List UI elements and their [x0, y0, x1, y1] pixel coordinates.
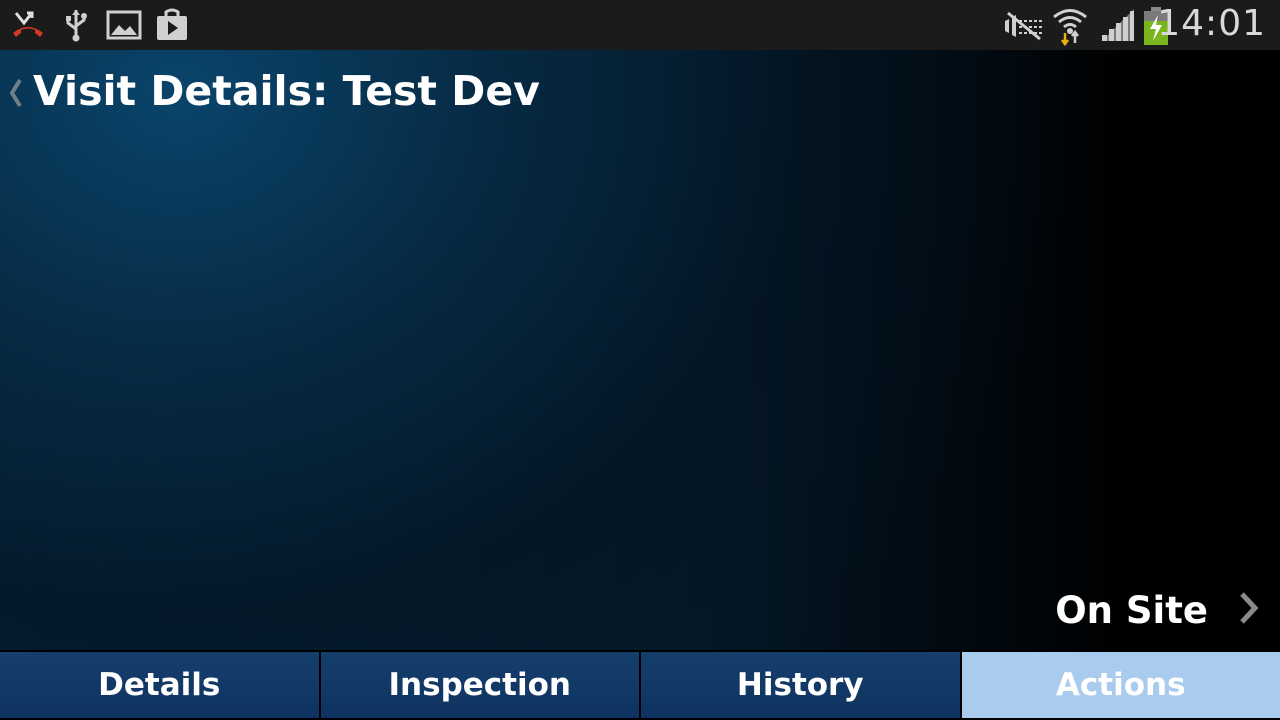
tab-label: Details	[98, 667, 221, 703]
tab-label: History	[736, 667, 864, 703]
tab-bar: Details Inspection History Actions	[0, 650, 1280, 720]
tab-actions[interactable]: Actions	[961, 652, 1280, 718]
tab-history[interactable]: History	[641, 652, 960, 718]
chevron-left-icon[interactable]	[8, 78, 24, 108]
status-link-label: On Site	[1055, 588, 1208, 632]
play-store-icon	[154, 7, 190, 43]
chevron-right-icon	[1238, 591, 1260, 630]
wifi-icon	[1052, 7, 1088, 47]
tab-label: Inspection	[388, 667, 571, 703]
clock: 14:01	[1157, 3, 1266, 44]
tab-details[interactable]: Details	[0, 652, 319, 718]
tab-inspection[interactable]: Inspection	[320, 652, 639, 718]
status-bar: 14:01	[0, 0, 1280, 50]
missed-call-icon	[10, 7, 46, 43]
on-site-link[interactable]: On Site	[1055, 585, 1260, 635]
signal-icon	[1100, 7, 1136, 43]
gallery-icon	[106, 7, 142, 43]
tab-label: Actions	[1055, 667, 1186, 703]
main-content: Visit Details: Test Dev On Site	[0, 50, 1280, 650]
page-title: Visit Details: Test Dev	[33, 67, 540, 115]
mute-icon	[1002, 7, 1042, 43]
usb-icon	[58, 7, 94, 43]
